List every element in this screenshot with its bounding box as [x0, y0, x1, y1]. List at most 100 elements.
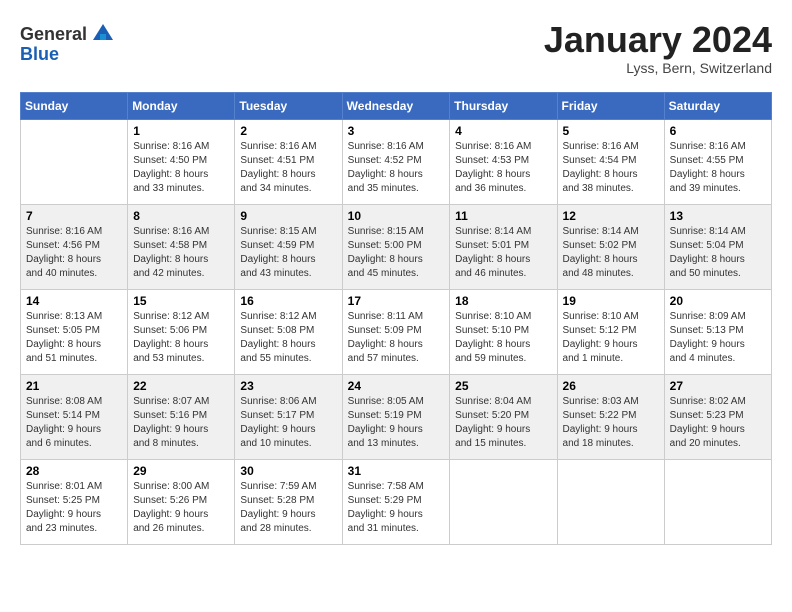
- daylight-text-line2: and 39 minutes.: [670, 182, 766, 196]
- sunset-text: Sunset: 5:26 PM: [133, 494, 229, 508]
- daylight-text-line2: and 48 minutes.: [563, 267, 659, 281]
- sunset-text: Sunset: 5:14 PM: [26, 409, 122, 423]
- daylight-text-line1: Daylight: 9 hours: [563, 338, 659, 352]
- header-wednesday: Wednesday: [342, 92, 450, 119]
- daylight-text-line1: Daylight: 8 hours: [348, 338, 445, 352]
- day-info: Sunrise: 8:09 AMSunset: 5:13 PMDaylight:…: [670, 310, 766, 366]
- header-friday: Friday: [557, 92, 664, 119]
- daylight-text-line2: and 59 minutes.: [455, 352, 551, 366]
- sunset-text: Sunset: 5:28 PM: [240, 494, 336, 508]
- calendar-cell: 27Sunrise: 8:02 AMSunset: 5:23 PMDayligh…: [664, 374, 771, 459]
- calendar-cell: 6Sunrise: 8:16 AMSunset: 4:55 PMDaylight…: [664, 119, 771, 204]
- sunrise-text: Sunrise: 8:09 AM: [670, 310, 766, 324]
- day-number: 30: [240, 464, 336, 478]
- day-number: 26: [563, 379, 659, 393]
- day-info: Sunrise: 8:16 AMSunset: 4:58 PMDaylight:…: [133, 225, 229, 281]
- calendar-cell: 12Sunrise: 8:14 AMSunset: 5:02 PMDayligh…: [557, 204, 664, 289]
- sunrise-text: Sunrise: 8:16 AM: [133, 225, 229, 239]
- daylight-text-line1: Daylight: 8 hours: [133, 168, 229, 182]
- calendar-cell: 21Sunrise: 8:08 AMSunset: 5:14 PMDayligh…: [21, 374, 128, 459]
- calendar-week-row: 14Sunrise: 8:13 AMSunset: 5:05 PMDayligh…: [21, 289, 772, 374]
- calendar-cell: [450, 459, 557, 544]
- day-number: 20: [670, 294, 766, 308]
- day-info: Sunrise: 8:06 AMSunset: 5:17 PMDaylight:…: [240, 395, 336, 451]
- calendar-cell: 23Sunrise: 8:06 AMSunset: 5:17 PMDayligh…: [235, 374, 342, 459]
- day-number: 2: [240, 124, 336, 138]
- daylight-text-line2: and 6 minutes.: [26, 437, 122, 451]
- logo-icon: [89, 20, 117, 48]
- daylight-text-line2: and 57 minutes.: [348, 352, 445, 366]
- daylight-text-line1: Daylight: 8 hours: [133, 253, 229, 267]
- daylight-text-line1: Daylight: 9 hours: [240, 508, 336, 522]
- calendar-cell: 30 Sunrise: 7:59 AMSunset: 5:28 PMDayligh…: [235, 459, 342, 544]
- month-title: January 2024: [544, 20, 772, 60]
- calendar-cell: 2Sunrise: 8:16 AMSunset: 4:51 PMDaylight…: [235, 119, 342, 204]
- daylight-text-line1: Daylight: 8 hours: [348, 168, 445, 182]
- sunrise-text: Sunrise: 8:16 AM: [240, 140, 336, 154]
- calendar-cell: 25Sunrise: 8:04 AMSunset: 5:20 PMDayligh…: [450, 374, 557, 459]
- logo-general-text: General: [20, 24, 87, 45]
- calendar-cell: 11Sunrise: 8:14 AMSunset: 5:01 PMDayligh…: [450, 204, 557, 289]
- calendar-cell: 19Sunrise: 8:10 AMSunset: 5:12 PMDayligh…: [557, 289, 664, 374]
- calendar-cell: 24Sunrise: 8:05 AMSunset: 5:19 PMDayligh…: [342, 374, 450, 459]
- sunrise-text: Sunrise: 8:07 AM: [133, 395, 229, 409]
- day-number: 4: [455, 124, 551, 138]
- calendar-cell: 14Sunrise: 8:13 AMSunset: 5:05 PMDayligh…: [21, 289, 128, 374]
- day-info: Sunrise: 8:13 AMSunset: 5:05 PMDaylight:…: [26, 310, 122, 366]
- day-info: Sunrise: 8:01 AMSunset: 5:25 PMDaylight:…: [26, 480, 122, 536]
- sunset-text: Sunset: 5:00 PM: [348, 239, 445, 253]
- sunrise-text: Sunrise: 8:10 AM: [455, 310, 551, 324]
- calendar-cell: 10Sunrise: 8:15 AMSunset: 5:00 PMDayligh…: [342, 204, 450, 289]
- day-info: Sunrise: 8:00 AMSunset: 5:26 PMDaylight:…: [133, 480, 229, 536]
- title-section: January 2024 Lyss, Bern, Switzerland: [544, 20, 772, 76]
- sunrise-text: Sunrise: 8:04 AM: [455, 395, 551, 409]
- daylight-text-line2: and 34 minutes.: [240, 182, 336, 196]
- daylight-text-line1: Daylight: 9 hours: [26, 508, 122, 522]
- sunset-text: Sunset: 4:58 PM: [133, 239, 229, 253]
- day-number: 21: [26, 379, 122, 393]
- sunrise-text: Sunrise: 8:16 AM: [455, 140, 551, 154]
- daylight-text-line2: and 13 minutes.: [348, 437, 445, 451]
- daylight-text-line2: and 45 minutes.: [348, 267, 445, 281]
- calendar-cell: 17Sunrise: 8:11 AMSunset: 5:09 PMDayligh…: [342, 289, 450, 374]
- daylight-text-line2: and 1 minute.: [563, 352, 659, 366]
- sunset-text: Sunset: 5:25 PM: [26, 494, 122, 508]
- day-info: Sunrise: 8:16 AMSunset: 4:50 PMDaylight:…: [133, 140, 229, 196]
- sunrise-text: Sunrise: 8:06 AM: [240, 395, 336, 409]
- daylight-text-line1: Daylight: 9 hours: [133, 508, 229, 522]
- daylight-text-line1: Daylight: 9 hours: [348, 423, 445, 437]
- sunset-text: Sunset: 5:08 PM: [240, 324, 336, 338]
- daylight-text-line1: Daylight: 8 hours: [26, 338, 122, 352]
- daylight-text-line2: and 8 minutes.: [133, 437, 229, 451]
- day-info: Sunrise: 7:58 AMSunset: 5:29 PMDaylight:…: [348, 480, 445, 536]
- calendar-week-row: 21Sunrise: 8:08 AMSunset: 5:14 PMDayligh…: [21, 374, 772, 459]
- day-number: 29: [133, 464, 229, 478]
- header-thursday: Thursday: [450, 92, 557, 119]
- daylight-text-line2: and 43 minutes.: [240, 267, 336, 281]
- day-info: Sunrise: 8:16 AMSunset: 4:52 PMDaylight:…: [348, 140, 445, 196]
- sunset-text: Sunset: 5:22 PM: [563, 409, 659, 423]
- day-info: Sunrise: 7:59 AMSunset: 5:28 PMDaylight:…: [240, 480, 336, 536]
- day-info: Sunrise: 8:02 AMSunset: 5:23 PMDaylight:…: [670, 395, 766, 451]
- sunset-text: Sunset: 5:10 PM: [455, 324, 551, 338]
- daylight-text-line2: and 31 minutes.: [348, 522, 445, 536]
- daylight-text-line1: Daylight: 9 hours: [670, 423, 766, 437]
- day-info: Sunrise: 8:10 AMSunset: 5:12 PMDaylight:…: [563, 310, 659, 366]
- calendar-week-row: 28Sunrise: 8:01 AMSunset: 5:25 PMDayligh…: [21, 459, 772, 544]
- day-info: Sunrise: 8:14 AMSunset: 5:01 PMDaylight:…: [455, 225, 551, 281]
- calendar-cell: 4Sunrise: 8:16 AMSunset: 4:53 PMDaylight…: [450, 119, 557, 204]
- calendar-cell: 28Sunrise: 8:01 AMSunset: 5:25 PMDayligh…: [21, 459, 128, 544]
- sunrise-text: Sunrise: 8:02 AM: [670, 395, 766, 409]
- daylight-text-line1: Daylight: 9 hours: [133, 423, 229, 437]
- sunrise-text: Sunrise: 8:15 AM: [348, 225, 445, 239]
- sunrise-text: Sunrise: 8:16 AM: [133, 140, 229, 154]
- day-info: Sunrise: 8:14 AMSunset: 5:04 PMDaylight:…: [670, 225, 766, 281]
- sunset-text: Sunset: 4:54 PM: [563, 154, 659, 168]
- daylight-text-line1: Daylight: 9 hours: [563, 423, 659, 437]
- daylight-text-line1: Daylight: 9 hours: [455, 423, 551, 437]
- sunrise-text: Sunrise: 8:05 AM: [348, 395, 445, 409]
- sunrise-text: Sunrise: 8:15 AM: [240, 225, 336, 239]
- logo: General Blue: [20, 20, 117, 65]
- sunset-text: Sunset: 5:05 PM: [26, 324, 122, 338]
- day-info: Sunrise: 8:15 AMSunset: 4:59 PMDaylight:…: [240, 225, 336, 281]
